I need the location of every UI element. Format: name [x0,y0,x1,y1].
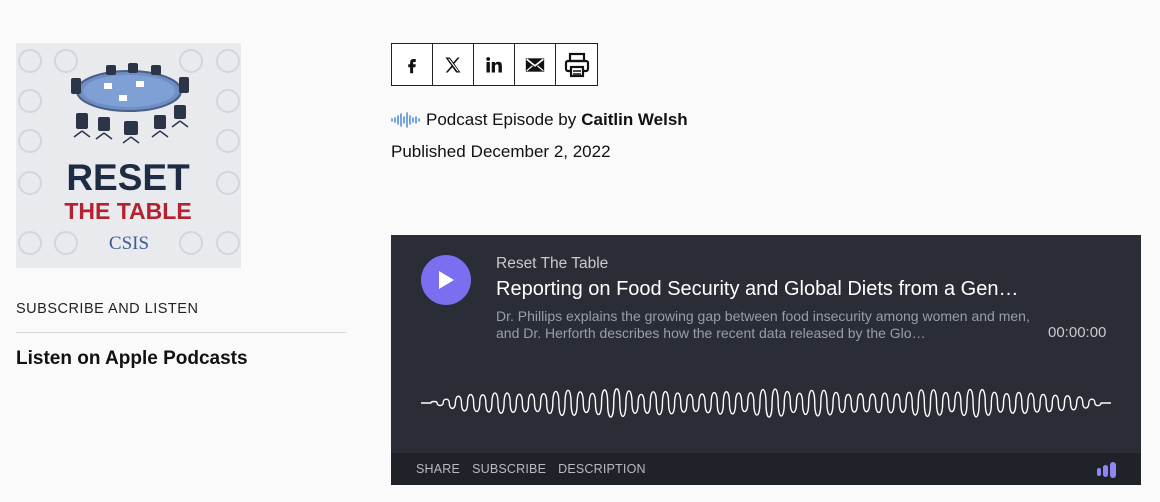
email-share-button[interactable] [515,44,556,85]
facebook-share-button[interactable] [392,44,433,85]
cover-publisher: CSIS [109,233,149,254]
subscribe-heading: SUBSCRIBE AND LISTEN [16,301,199,317]
email-icon [525,57,545,72]
player-subscribe-link[interactable]: SUBSCRIBE [472,462,546,476]
player-description-link[interactable]: DESCRIPTION [558,462,646,476]
linkedin-share-button[interactable] [474,44,515,85]
linkedin-icon [486,56,502,72]
player-share-link[interactable]: SHARE [416,462,460,476]
play-button[interactable] [421,255,471,305]
x-share-button[interactable] [433,44,474,85]
player-timecode: 00:00:00 [1048,324,1107,341]
print-button[interactable] [556,44,597,85]
player-show-name: Reset The Table [496,255,609,272]
x-twitter-icon [445,57,461,72]
apple-podcasts-link[interactable]: Listen on Apple Podcasts [16,348,248,370]
facebook-icon [408,58,416,73]
audio-wave-icon [391,112,420,128]
audio-waveform-scrubber[interactable] [421,383,1111,423]
byline: Podcast Episode by Caitlin Welsh [391,110,688,130]
player-episode-description: Dr. Phillips explains the growing gap be… [496,308,1030,341]
sidebar-divider [16,332,346,333]
share-toolbar [391,43,598,86]
cover-title-line1: RESET [66,157,190,198]
byline-prefix: Podcast Episode by [426,110,577,129]
published-date-value: December 2, 2022 [470,142,611,161]
player-footer: SHARE SUBSCRIBE DESCRIPTION [391,453,1141,485]
player-episode-title: Reporting on Food Security and Global Di… [496,278,1019,300]
print-icon [564,52,589,77]
cover-title-line2: THE TABLE [64,198,191,224]
author-link[interactable]: Caitlin Welsh [581,110,687,130]
player-brand-logo[interactable] [1097,461,1117,478]
published-label: Published [391,142,466,161]
podcast-player: Reset The Table Reporting on Food Securi… [391,235,1141,485]
play-icon [439,271,454,289]
published-date: Published December 2, 2022 [391,142,611,162]
podcast-cover-art: RESET THE TABLE CSIS [16,43,241,268]
